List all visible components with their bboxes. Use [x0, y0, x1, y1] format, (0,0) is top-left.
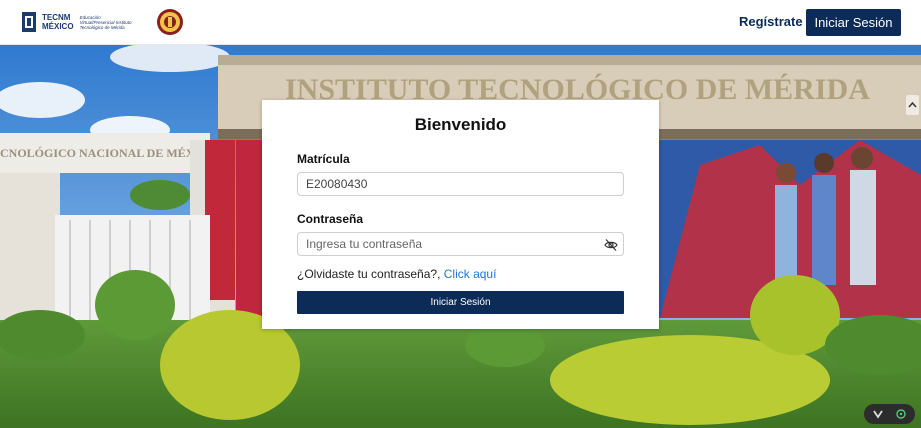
- logo-wordmark: TECNM MÉXICO: [42, 13, 74, 31]
- logo[interactable]: TECNM MÉXICO Educación Virtual/Presencia…: [20, 5, 184, 39]
- scroll-up-chevron-icon[interactable]: [906, 95, 919, 115]
- password-label: Contraseña: [297, 212, 364, 226]
- card-title: Bienvenido: [414, 115, 507, 134]
- floating-widget[interactable]: [864, 404, 915, 424]
- login-submit-button[interactable]: Iniciar Sesión: [297, 291, 624, 314]
- forgot-password: ¿Olvidaste tu contraseña?, Click aquí: [297, 267, 496, 281]
- header-login-button[interactable]: Iniciar Sesión: [806, 9, 901, 36]
- logo-brand: TECNM: [42, 13, 71, 22]
- chevron-down-icon[interactable]: [870, 407, 886, 421]
- forgot-text: ¿Olvidaste tu contraseña?,: [297, 267, 444, 281]
- institute-seal-icon: [156, 9, 183, 35]
- gate-sign: CNOLÓGICO NACIONAL DE MÉXICO: [0, 146, 217, 160]
- top-navbar: TECNM MÉXICO Educación Virtual/Presencia…: [0, 0, 921, 45]
- tecnm-gear-icon: [22, 12, 36, 32]
- eye-slash-icon[interactable]: [604, 238, 618, 252]
- matricula-label: Matrícula: [297, 152, 350, 166]
- register-link[interactable]: Regístrate: [739, 14, 803, 29]
- password-input[interactable]: [297, 232, 624, 256]
- login-card: Bienvenido Matrícula Contraseña ¿Olvidas…: [262, 100, 659, 329]
- target-icon[interactable]: [893, 407, 909, 421]
- logo-brand-sub: MÉXICO: [42, 22, 74, 31]
- logo-tagline: Educación Virtual/Presencial Instituto T…: [79, 14, 132, 30]
- forgot-password-link[interactable]: Click aquí: [444, 267, 497, 281]
- matricula-input[interactable]: [297, 172, 624, 196]
